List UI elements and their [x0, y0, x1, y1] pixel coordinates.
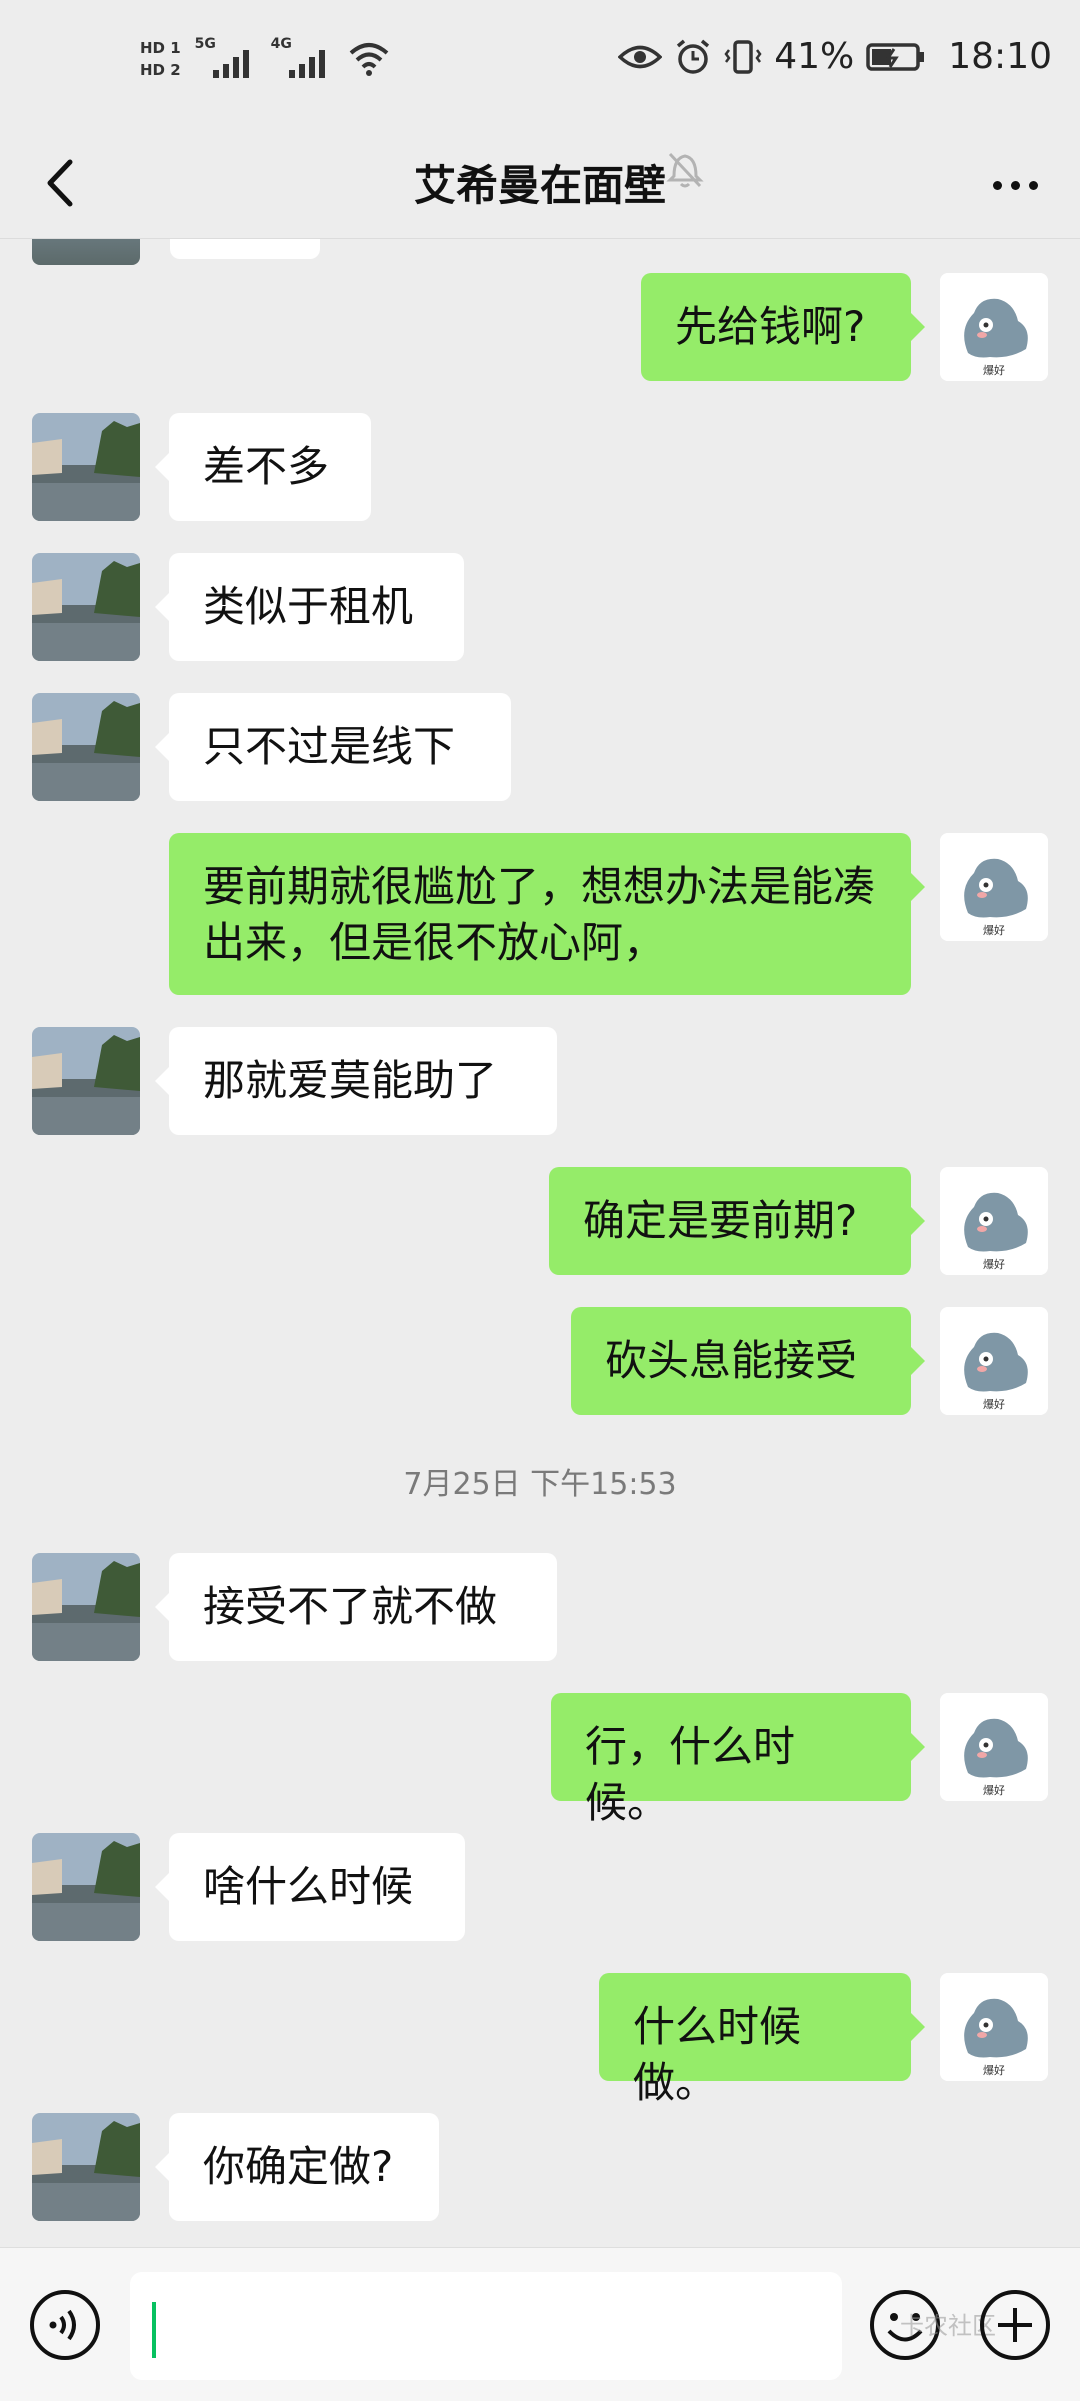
contact-avatar[interactable]: [32, 2113, 140, 2221]
chat-header: 艾希曼在面壁: [0, 130, 1080, 239]
sticker-caption: 爆好: [983, 363, 1005, 377]
received-message: 啥什么时候: [0, 1833, 1080, 1941]
text-cursor: [152, 2302, 156, 2358]
landscape-photo-icon: [32, 2113, 140, 2221]
message-bubble[interactable]: 砍头息能接受: [571, 1307, 925, 1415]
message-bubble[interactable]: 接受不了就不做: [155, 1553, 557, 1661]
message-bubble[interactable]: 啥什么时候: [155, 1833, 465, 1941]
my-avatar[interactable]: 爆好: [940, 1693, 1048, 1801]
message-bubble-partial: [170, 239, 320, 259]
more-options-button[interactable]: [980, 150, 1050, 220]
hd1-label: HD 1: [140, 39, 181, 57]
signal-bars-icon: [288, 50, 325, 78]
dot-icon: [1028, 180, 1038, 190]
message-bubble[interactable]: 只不过是线下: [155, 693, 511, 801]
message-bubble[interactable]: 要前期就很尴尬了，想想办法是能凑出来，但是很不放心阿，: [169, 833, 925, 995]
received-message: 接受不了就不做: [0, 1553, 1080, 1661]
my-avatar[interactable]: 爆好: [940, 1167, 1048, 1275]
sticker-caption: 爆好: [983, 1397, 1005, 1411]
my-avatar[interactable]: 爆好: [940, 273, 1048, 381]
signal-5g: 5G: [195, 34, 257, 84]
eye-icon: [618, 45, 663, 68]
received-message: 那就爱莫能助了: [0, 1027, 1080, 1135]
received-message: 类似于租机: [0, 553, 1080, 661]
message-bubble[interactable]: 行，什么时候。: [551, 1693, 925, 1827]
received-message: 只不过是线下: [0, 693, 1080, 801]
dinosaur-sticker-icon: 爆好: [940, 833, 1048, 941]
dinosaur-sticker-icon: 爆好: [940, 1693, 1048, 1801]
sticker-caption: 爆好: [983, 1257, 1005, 1271]
message-bubble[interactable]: 确定是要前期?: [549, 1167, 925, 1275]
landscape-photo-icon: [32, 693, 140, 801]
chat-title[interactable]: 艾希曼在面壁: [0, 152, 1080, 213]
contact-avatar[interactable]: [32, 1833, 140, 1941]
sticker-caption: 爆好: [983, 2063, 1005, 2077]
message-bubble[interactable]: 差不多: [155, 413, 371, 521]
landscape-photo-icon: [32, 413, 140, 521]
wifi-icon: [349, 43, 388, 76]
contact-avatar[interactable]: [32, 413, 140, 521]
status-bar: HD 1 HD 2 5G 4G 41% 18:10: [0, 0, 1080, 130]
message-bubble[interactable]: 你确定做?: [155, 2113, 439, 2221]
dinosaur-sticker-icon: 爆好: [940, 1167, 1048, 1275]
sent-message: 爆好 要前期就很尴尬了，想想办法是能凑出来，但是很不放心阿，: [0, 833, 1080, 995]
contact-avatar[interactable]: [32, 693, 140, 801]
hd-indicators: HD 1 HD 2: [140, 39, 181, 79]
received-message: 差不多: [0, 413, 1080, 521]
voice-input-button[interactable]: [28, 2288, 102, 2362]
landscape-photo-icon: [32, 1553, 140, 1661]
message-input[interactable]: [130, 2272, 842, 2380]
signal-4g: 4G: [271, 34, 333, 84]
battery-charging-icon: [866, 42, 925, 71]
alarm-icon: [677, 39, 710, 74]
message-bubble[interactable]: 什么时候做。: [599, 1973, 925, 2107]
message-bubble[interactable]: 类似于租机: [155, 553, 464, 661]
input-bar: 卡农社区: [0, 2247, 1080, 2401]
hd2-label: HD 2: [140, 61, 181, 79]
sent-message: 爆好 先给钱啊?: [0, 273, 1080, 381]
landscape-photo-icon: [32, 1027, 140, 1135]
sent-message: 爆好 行，什么时候。: [0, 1693, 1080, 1827]
message-bubble[interactable]: 那就爱莫能助了: [155, 1027, 557, 1135]
landscape-photo-icon: [32, 1833, 140, 1941]
dinosaur-sticker-icon: 爆好: [940, 1307, 1048, 1415]
sticker-caption: 爆好: [983, 923, 1005, 937]
mute-bell-icon: [666, 152, 704, 188]
my-avatar[interactable]: 爆好: [940, 1973, 1048, 2081]
contact-avatar[interactable]: [32, 1553, 140, 1661]
sent-message: 爆好 确定是要前期?: [0, 1167, 1080, 1275]
sent-message: 爆好 砍头息能接受: [0, 1307, 1080, 1415]
received-message: 你确定做?: [0, 2113, 1080, 2221]
sent-message: 爆好 什么时候做。: [0, 1973, 1080, 2107]
signal-bars-icon: [212, 50, 249, 78]
dot-icon: [992, 180, 1002, 190]
clock: 18:10: [948, 36, 1052, 77]
sticker-caption: 爆好: [983, 1783, 1005, 1797]
my-avatar[interactable]: 爆好: [940, 1307, 1048, 1415]
dinosaur-sticker-icon: 爆好: [940, 273, 1048, 381]
message-bubble[interactable]: 先给钱啊?: [641, 273, 925, 381]
more-functions-button[interactable]: [978, 2288, 1052, 2362]
dot-icon: [1010, 180, 1020, 190]
avatar[interactable]: [32, 239, 140, 265]
battery-percent: 41%: [774, 36, 855, 77]
contact-avatar[interactable]: [32, 553, 140, 661]
my-avatar[interactable]: 爆好: [940, 833, 1048, 941]
landscape-photo-icon: [32, 553, 140, 661]
message-list[interactable]: 爆好 先给钱啊? 差不多 类似于租机 只不过是线下 爆好 要前期就很尴尬了，想想办法是能凑出…: [0, 239, 1080, 2247]
vibrate-icon: [724, 39, 762, 74]
contact-avatar[interactable]: [32, 1027, 140, 1135]
dinosaur-sticker-icon: 爆好: [940, 1973, 1048, 2081]
timestamp: 7月25日 下午15:53: [403, 1467, 677, 1502]
